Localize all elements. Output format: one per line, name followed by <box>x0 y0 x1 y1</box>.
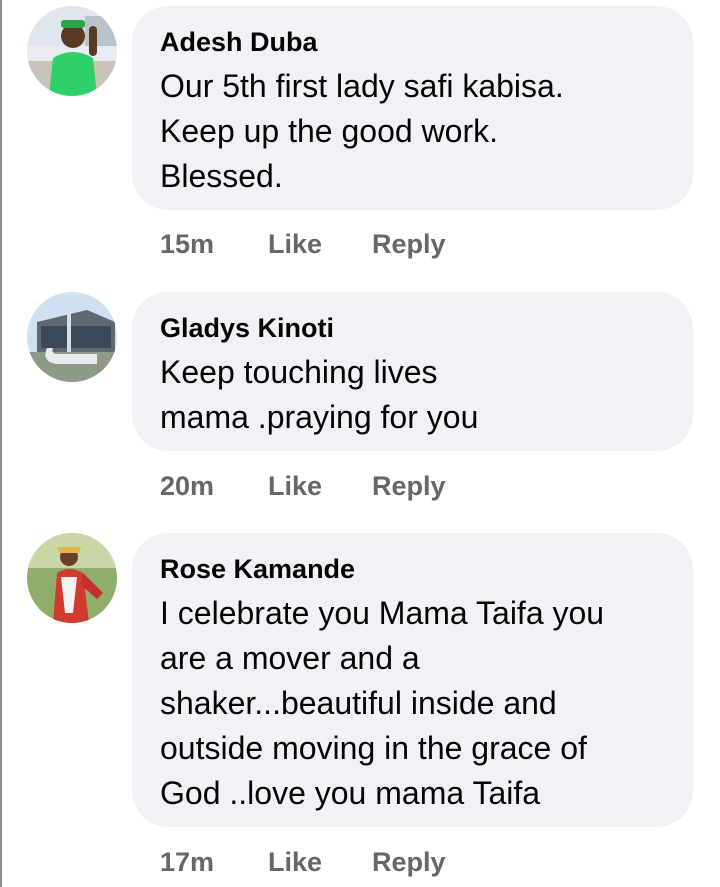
avatar-photo-icon <box>27 533 117 623</box>
comment-bubble: Adesh Duba Our 5th first lady safi kabis… <box>132 6 693 210</box>
left-border <box>0 0 2 887</box>
comment-actions: 17m Like Reply <box>160 842 446 882</box>
comment-text: I celebrate you Mama Taifa you are a mov… <box>160 595 605 811</box>
comment-author[interactable]: Adesh Duba <box>160 24 665 60</box>
like-button[interactable]: Like <box>268 229 372 260</box>
comment-text: Keep touching lives mama .praying for yo… <box>160 354 479 435</box>
comment-author[interactable]: Rose Kamande <box>160 551 665 587</box>
comment-timestamp[interactable]: 20m <box>160 471 268 502</box>
avatar-photo-icon <box>27 6 117 96</box>
avatar-photo-icon <box>27 292 117 382</box>
comment-actions: 20m Like Reply <box>160 466 446 506</box>
comment-author[interactable]: Gladys Kinoti <box>160 310 665 346</box>
like-button[interactable]: Like <box>268 471 372 502</box>
comment-text: Our 5th first lady safi kabisa. Keep up … <box>160 68 564 194</box>
reply-button[interactable]: Reply <box>372 471 446 502</box>
comment-actions: 15m Like Reply <box>160 224 446 264</box>
comment-timestamp[interactable]: 17m <box>160 847 268 878</box>
reply-button[interactable]: Reply <box>372 229 446 260</box>
comment-timestamp[interactable]: 15m <box>160 229 268 260</box>
avatar-gladys-kinoti[interactable] <box>27 292 117 382</box>
comment-bubble: Gladys Kinoti Keep touching lives mama .… <box>132 292 693 451</box>
comment-bubble: Rose Kamande I celebrate you Mama Taifa … <box>132 533 693 827</box>
reply-button[interactable]: Reply <box>372 847 446 878</box>
avatar-rose-kamande[interactable] <box>27 533 117 623</box>
avatar-adesh-duba[interactable] <box>27 6 117 96</box>
like-button[interactable]: Like <box>268 847 372 878</box>
